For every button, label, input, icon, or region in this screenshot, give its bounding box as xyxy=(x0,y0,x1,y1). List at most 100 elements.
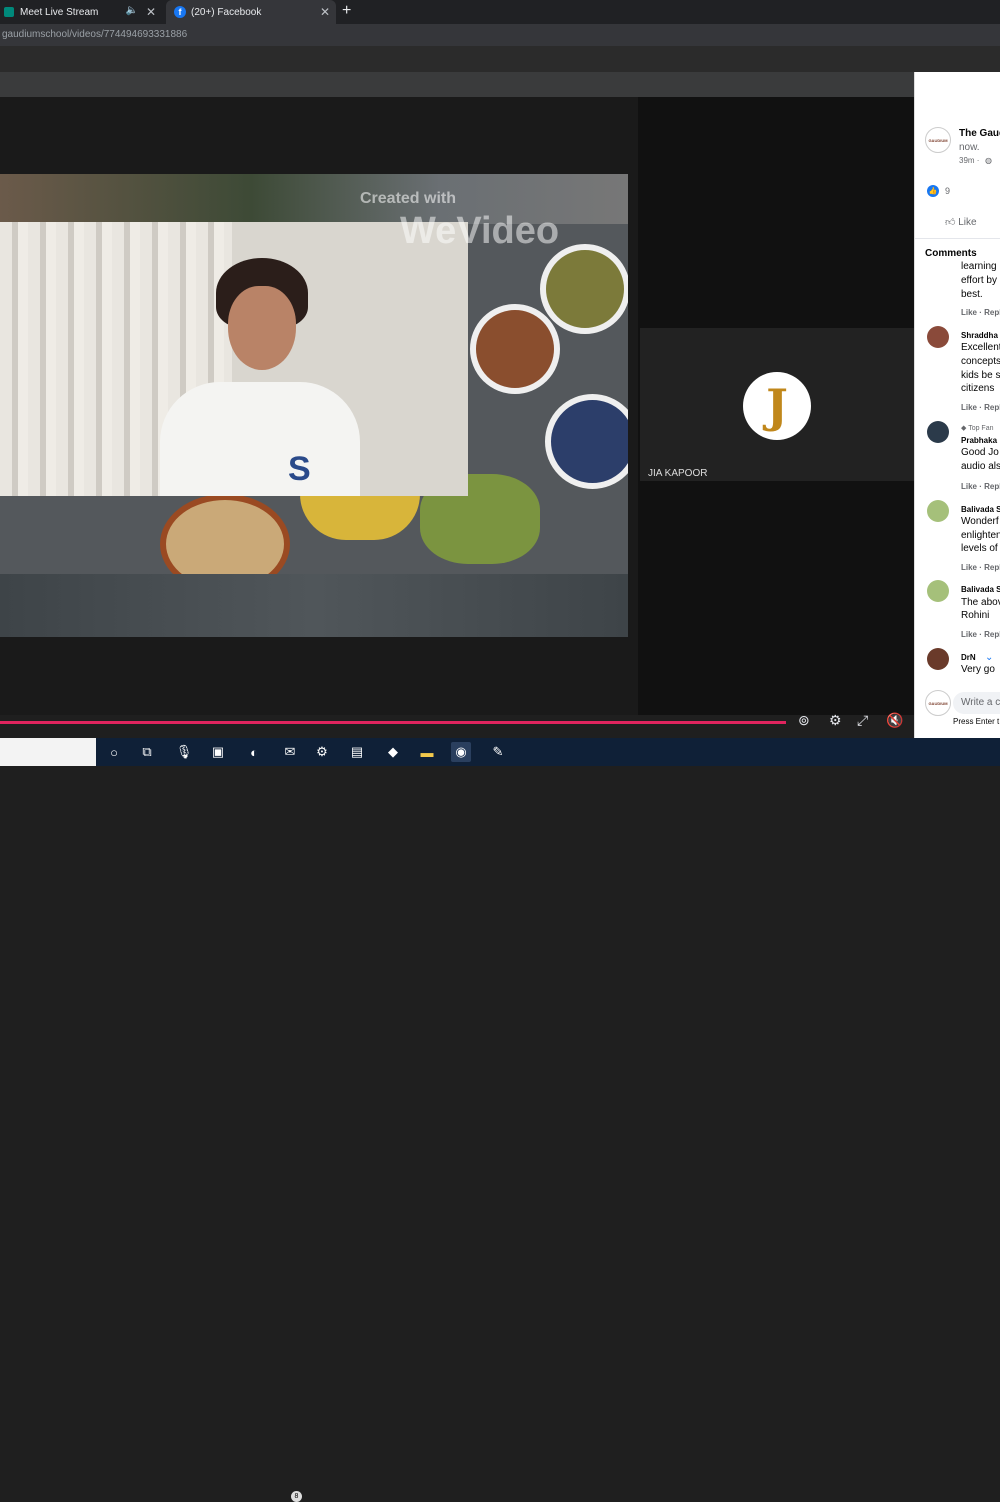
close-icon[interactable]: ✕ xyxy=(320,5,330,19)
comment-text: Rohini xyxy=(961,610,990,621)
facebook-icon: f xyxy=(174,6,186,18)
captions-icon[interactable]: ⊚ xyxy=(798,712,810,729)
edge-icon[interactable]: ◐ xyxy=(244,742,264,762)
comment-text: kids be s xyxy=(961,370,1000,381)
chrome-icon[interactable]: ◉ xyxy=(451,742,471,762)
comment-actions[interactable]: Like · Repl xyxy=(961,630,1000,639)
page-logo[interactable]: GAUDIUM xyxy=(925,127,951,153)
lentil-bowl xyxy=(540,244,628,334)
like-reaction-icon: 👍 xyxy=(927,185,939,197)
comment-author[interactable]: Prabhaka xyxy=(961,436,997,445)
address-bar[interactable]: gaudiumschool/videos/774494693331886 xyxy=(0,24,1000,46)
url-text[interactable]: gaudiumschool/videos/774494693331886 xyxy=(2,29,187,40)
comment-text: enlighten xyxy=(961,530,1000,541)
google-meet-icon xyxy=(4,7,14,17)
comment-placeholder[interactable]: Write a c xyxy=(961,697,1000,708)
avatar[interactable] xyxy=(927,648,949,670)
participant-name: JIA KAPOOR xyxy=(648,468,708,479)
cortana-icon[interactable]: ○ xyxy=(104,742,124,762)
blueberry-bowl xyxy=(545,394,628,489)
food-strip-bottom xyxy=(0,574,628,637)
comment-text: audio als xyxy=(961,461,1000,472)
watermark-line2: WeVideo xyxy=(400,210,560,252)
facebook-post-panel: GAUDIUM The Gaud now. 39m · ◍ 👍 9 👍︎ Lik… xyxy=(914,72,1000,738)
avocado xyxy=(300,494,420,540)
comment-text: learning xyxy=(961,261,997,272)
settings-icon[interactable]: ⚙ xyxy=(312,742,332,762)
post-time[interactable]: 39m · xyxy=(959,156,979,165)
comment-actions[interactable]: Like · Repl xyxy=(961,563,1000,572)
comment-text: The abov xyxy=(961,597,1000,608)
comment-author[interactable]: Balivada S xyxy=(961,585,1000,594)
participant-avatar: J xyxy=(743,372,811,440)
avatar[interactable] xyxy=(927,500,949,522)
tab-meet-live-stream[interactable]: Meet Live Stream 🔈 ✕ xyxy=(0,0,162,24)
rice-bowl xyxy=(470,304,560,394)
like-label: Like xyxy=(958,217,977,228)
seek-bar[interactable] xyxy=(0,721,786,724)
facebook-header xyxy=(0,72,914,97)
taskbar-search-box[interactable] xyxy=(0,738,96,766)
windows-taskbar: ○ ⧉ 🎙 ▣ ◐ ✉ 8 ⚙ ▤ ◆ ▬ ◉ ✎ xyxy=(0,738,1000,1502)
scroll-down-icon[interactable]: ⌄ xyxy=(985,652,993,663)
thumbs-up-icon: 👍︎ xyxy=(945,217,956,228)
slide-background: S Created with WeVideo xyxy=(0,174,628,637)
mail-icon[interactable]: ✉ xyxy=(280,742,300,762)
comment-text: best. xyxy=(961,289,983,300)
participant-tile[interactable]: J JIA KAPOOR xyxy=(640,328,914,481)
tab-facebook[interactable]: f (20+) Facebook ✕ xyxy=(166,0,336,24)
press-enter-hint: Press Enter t xyxy=(953,717,1000,726)
video-player[interactable]: S Created with WeVideo J JIA KAPOOR xyxy=(0,97,914,715)
comments-heading[interactable]: Comments xyxy=(925,248,977,259)
anydesk-icon[interactable]: ◆ xyxy=(383,742,403,762)
fullscreen-icon[interactable]: ⤢ xyxy=(857,712,868,729)
mail-badge: 8 xyxy=(291,1491,302,1502)
comment-author[interactable]: Balivada S xyxy=(961,505,1000,514)
user-logo: GAUDIUM xyxy=(925,690,951,716)
avatar[interactable] xyxy=(927,580,949,602)
outlook-icon[interactable]: ▤ xyxy=(347,742,367,762)
new-tab-button[interactable]: + xyxy=(342,2,351,20)
divider xyxy=(915,238,1000,239)
tab-label: Meet Live Stream xyxy=(20,6,99,18)
comment-text: effort by xyxy=(961,275,997,286)
bookmarks-bar xyxy=(0,46,1000,72)
paint-icon[interactable]: ✎ xyxy=(488,742,508,762)
globe-icon: ◍ xyxy=(985,156,992,165)
tab-label: (20+) Facebook xyxy=(191,6,262,18)
video-app-icon[interactable]: ▣ xyxy=(208,742,228,762)
avatar[interactable] xyxy=(927,421,949,443)
gear-icon[interactable]: ⚙ xyxy=(829,712,842,729)
speaker-icon[interactable]: 🔈 xyxy=(126,5,138,16)
avatar[interactable] xyxy=(927,326,949,348)
badge-label: Top Fan xyxy=(968,425,994,432)
person-face xyxy=(228,286,296,370)
microphone-icon[interactable]: 🎙 xyxy=(174,742,194,762)
presentation-pane: S Created with WeVideo xyxy=(0,97,638,715)
comment-text: citizens xyxy=(961,383,995,394)
watermark-line1: Created with xyxy=(360,190,457,207)
browser-tab-bar: Meet Live Stream 🔈 ✕ f (20+) Facebook ✕ … xyxy=(0,0,1000,24)
comment-text: concepts xyxy=(961,356,1000,367)
comment-actions[interactable]: Like · Repl xyxy=(961,482,1000,491)
close-icon[interactable]: ✕ xyxy=(146,5,156,19)
comment-text: levels of xyxy=(961,543,998,554)
comment-actions[interactable]: Like · Repl xyxy=(961,403,1000,412)
comment-text: Good Jo xyxy=(961,447,999,458)
reaction-count[interactable]: 9 xyxy=(945,186,950,196)
comment-text: Excellent xyxy=(961,342,1000,353)
webcam-video: S xyxy=(0,222,468,496)
comment-author[interactable]: Shraddha xyxy=(961,331,998,340)
shirt-print: S xyxy=(288,450,311,488)
file-explorer-icon[interactable]: ▬ xyxy=(417,742,437,762)
page-name[interactable]: The Gaud xyxy=(959,128,1000,139)
comment-text: Wonderf xyxy=(961,516,999,527)
comment-author[interactable]: DrN xyxy=(961,653,976,662)
comment-text: Very go xyxy=(961,664,995,675)
like-button[interactable]: 👍︎ Like xyxy=(945,216,977,228)
task-view-icon[interactable]: ⧉ xyxy=(137,742,157,762)
volume-muted-icon[interactable]: 🔇 xyxy=(886,712,903,729)
comment-actions[interactable]: Like · Repl xyxy=(961,308,1000,317)
post-subtitle: now. xyxy=(959,142,980,153)
top-fan-badge: ◆ Top Fan xyxy=(961,424,994,432)
